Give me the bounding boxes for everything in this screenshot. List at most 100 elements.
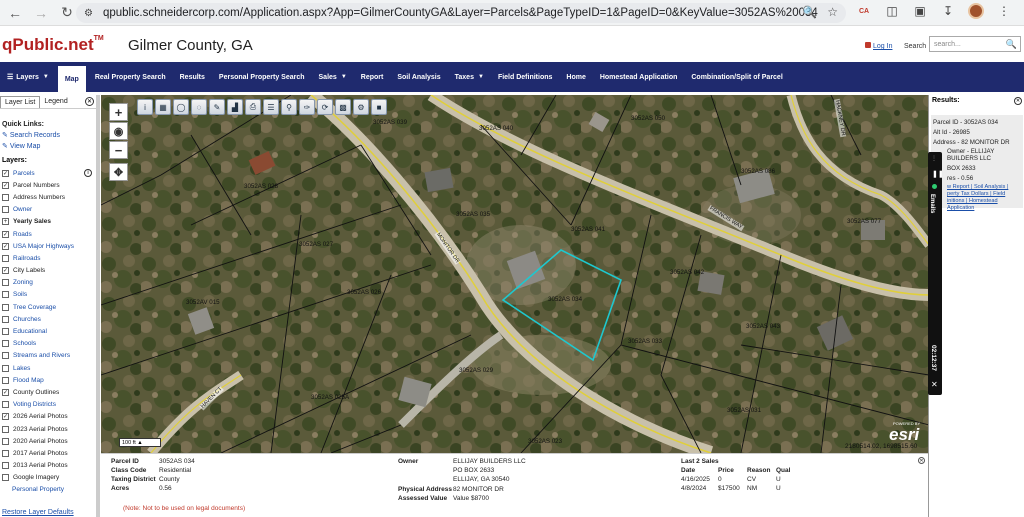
aerial-map[interactable] — [101, 95, 929, 453]
layer-label[interactable]: Lakes — [13, 365, 30, 372]
close-results-icon[interactable]: ✕ — [1014, 97, 1022, 105]
layer-label[interactable]: Churches — [13, 316, 41, 323]
buffer-tool-icon[interactable]: ◌ — [191, 99, 207, 115]
draw-tool-icon[interactable]: ✎ — [209, 99, 225, 115]
search-icon[interactable]: 🔍 — [1006, 39, 1017, 50]
layer-item[interactable]: ✓ Parcels i — [0, 167, 97, 179]
layer-item[interactable]: ✓ County Outlines — [0, 386, 97, 398]
address-bar[interactable]: ⚙ qpublic.schneidercorp.com/Application.… — [76, 3, 846, 23]
identify-tool-icon[interactable]: i — [137, 99, 153, 115]
layer-label[interactable]: Zoning — [13, 279, 33, 286]
layer-checkbox[interactable] — [2, 291, 9, 299]
nav-sales[interactable]: Sales ▼ — [312, 62, 354, 92]
search-input[interactable]: search... 🔍 — [929, 36, 1021, 52]
globe-button[interactable]: ◉ — [109, 122, 128, 140]
nav-map[interactable]: Map — [57, 66, 86, 92]
zoom-out-button[interactable]: − — [109, 141, 128, 159]
locate-button[interactable]: ✥ — [109, 163, 128, 181]
close-summary-icon[interactable]: ✕ — [918, 457, 925, 464]
layer-label[interactable]: Tree Coverage — [13, 304, 56, 311]
layer-checkbox[interactable] — [2, 206, 9, 214]
layer-label[interactable]: USA Major Highways — [13, 243, 74, 250]
layer-item[interactable]: Schools — [0, 338, 97, 350]
layer-item[interactable]: Personal Property — [0, 484, 97, 496]
nav-results[interactable]: Results — [173, 62, 212, 92]
layer-label[interactable]: Personal Property — [12, 486, 64, 493]
extensions-icon[interactable]: ◫ — [884, 3, 900, 19]
map-view[interactable]: 3052AS 040 3052AS 039 3052AS 050 3052AS 028… — [101, 95, 929, 453]
layer-item[interactable]: Tree Coverage — [0, 301, 97, 313]
layer-item[interactable]: ✓ USA Major Highways — [0, 240, 97, 252]
layer-item[interactable]: Churches — [0, 313, 97, 325]
layer-item[interactable]: 2023 Aerial Photos — [0, 423, 97, 435]
layer-item[interactable]: Google Imagery — [0, 472, 97, 484]
url-text[interactable]: qpublic.schneidercorp.com/Application.as… — [103, 7, 818, 19]
tab-search-icon[interactable]: ▣ — [912, 3, 928, 19]
layer-checkbox[interactable] — [2, 254, 9, 262]
layer-item[interactable]: Address Numbers — [0, 191, 97, 203]
layer-label[interactable]: Soils — [13, 291, 27, 298]
layer-checkbox[interactable] — [2, 193, 9, 201]
layer-checkbox[interactable]: ✓ — [2, 169, 9, 177]
close-timer-icon[interactable]: ✕ — [931, 380, 938, 389]
profile-avatar[interactable] — [968, 3, 984, 19]
search-records-link[interactable]: ✎ Search Records — [2, 131, 97, 139]
layer-item[interactable]: ✓ Roads — [0, 228, 97, 240]
drag-handle-icon[interactable]: ⋮ — [931, 155, 937, 162]
nav-soil-analysis[interactable]: Soil Analysis — [390, 62, 447, 92]
tab-layer-list[interactable]: Layer List — [0, 95, 41, 108]
info-icon[interactable]: i — [84, 169, 92, 178]
layer-item[interactable]: ✓ Parcel Numbers — [0, 179, 97, 191]
nav-taxes[interactable]: Taxes ▼ — [448, 62, 491, 92]
layer-checkbox[interactable]: ✓ — [2, 413, 9, 421]
recording-timer-widget[interactable]: ⋮ ❚❚ Emails 02:12:37 ✕ — [928, 152, 944, 395]
layer-label[interactable]: Parcels — [13, 170, 35, 177]
layer-item[interactable]: Zoning — [0, 277, 97, 289]
layer-checkbox[interactable]: ✓ — [2, 267, 9, 275]
site-info-icon[interactable]: ⚙ — [84, 8, 93, 19]
layer-checkbox[interactable] — [2, 364, 9, 372]
layer-label[interactable]: Schools — [13, 340, 36, 347]
nav-field-definitions[interactable]: Field Definitions — [491, 62, 559, 92]
nav-home[interactable]: Home — [559, 62, 592, 92]
login-link[interactable]: Log In — [873, 43, 892, 50]
layer-checkbox[interactable] — [2, 328, 9, 336]
layer-checkbox[interactable]: ✓ — [2, 181, 9, 189]
select-tool-icon[interactable]: ◯ — [173, 99, 189, 115]
nav-layers[interactable]: ☰ Layers ▼ — [0, 62, 56, 92]
layer-item[interactable]: ✓ 2026 Aerial Photos — [0, 411, 97, 423]
print-tool-icon[interactable]: ⎙ — [245, 99, 261, 115]
layer-checkbox[interactable] — [2, 376, 9, 384]
layer-label[interactable]: Streams and Rivers — [13, 352, 70, 359]
restore-layer-defaults-link[interactable]: Restore Layer Defaults — [2, 509, 74, 516]
qpublic-logo[interactable]: qPublic.netTM — [2, 35, 104, 55]
layer-checkbox[interactable] — [2, 449, 9, 457]
menu-dots-icon[interactable]: ⋮ — [996, 3, 1012, 19]
layer-checkbox[interactable] — [2, 279, 9, 287]
table-tool-icon[interactable]: ▦ — [155, 99, 171, 115]
nav-real-property-search[interactable]: Real Property Search — [88, 62, 173, 92]
layer-item[interactable]: 2017 Aerial Photos — [0, 447, 97, 459]
layer-label[interactable]: Railroads — [13, 255, 40, 262]
layer-checkbox[interactable]: ✓ — [2, 230, 9, 238]
layer-item[interactable]: Lakes — [0, 362, 97, 374]
measure-tool-icon[interactable]: ▟ — [227, 99, 243, 115]
layer-item[interactable]: Soils — [0, 289, 97, 301]
layer-checkbox[interactable] — [2, 425, 9, 433]
layer-checkbox[interactable] — [2, 303, 9, 311]
layer-checkbox[interactable] — [2, 315, 9, 323]
zoom-in-button[interactable]: + — [109, 103, 128, 121]
layer-checkbox[interactable] — [2, 437, 9, 445]
layer-label[interactable]: Educational — [13, 328, 47, 335]
layer-checkbox[interactable]: ✓ — [2, 388, 9, 396]
layer-checkbox[interactable] — [2, 352, 9, 360]
bookmark-star-icon[interactable]: ☆ — [827, 5, 838, 19]
pen-tool-icon[interactable]: ✑ — [299, 99, 315, 115]
layer-checkbox[interactable] — [2, 462, 9, 470]
tools-icon[interactable]: ⚙ — [353, 99, 369, 115]
nav-combination-split-of-parcel[interactable]: Combination/Split of Parcel — [684, 62, 789, 92]
zoom-tool-icon[interactable]: ⚲ — [281, 99, 297, 115]
zoom-icon[interactable]: 🔍 — [802, 5, 817, 19]
layer-item[interactable]: Educational — [0, 325, 97, 337]
close-panel-icon[interactable]: ✕ — [85, 97, 94, 106]
